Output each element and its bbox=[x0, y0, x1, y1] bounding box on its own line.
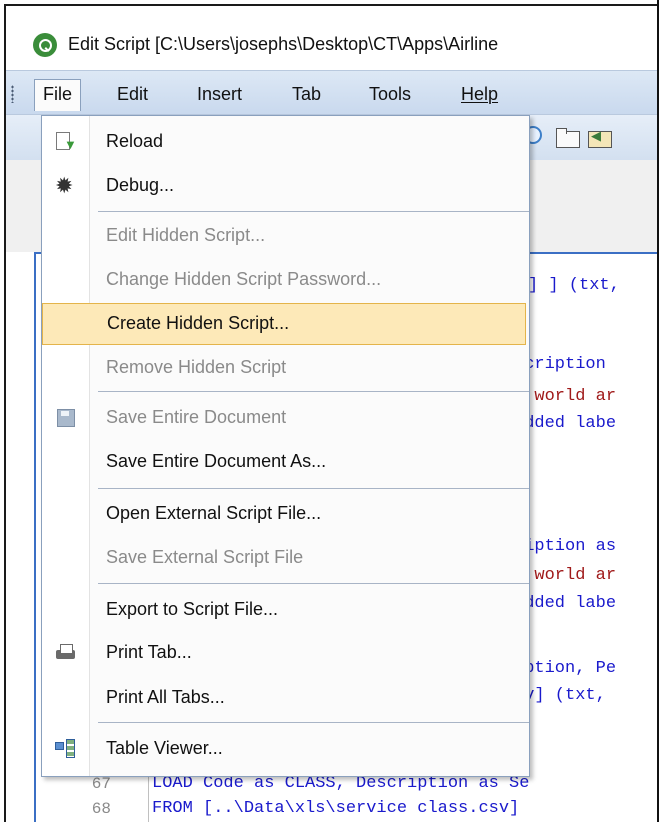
menu-item-reload[interactable]: Reload bbox=[42, 124, 529, 160]
menu-item-debug[interactable]: Debug... bbox=[42, 168, 529, 204]
debug-icon bbox=[54, 173, 76, 199]
menu-edit[interactable]: Edit bbox=[109, 79, 156, 109]
line-number: 68 bbox=[91, 800, 111, 818]
menu-item-create-hidden-script[interactable]: Create Hidden Script... bbox=[42, 303, 526, 345]
menu-item-edit-hidden-script: Edit Hidden Script... bbox=[106, 225, 266, 245]
folder-icon[interactable] bbox=[554, 125, 580, 149]
menu-separator bbox=[98, 391, 529, 392]
menu-item-remove-hidden-script: Remove Hidden Script bbox=[106, 357, 287, 377]
menu-tab[interactable]: Tab bbox=[284, 79, 329, 109]
menu-item-save-external-script-file: Save External Script File bbox=[106, 547, 304, 567]
qlikview-app-icon bbox=[33, 33, 57, 57]
window: Edit Script [C:\Users\josephs\Desktop\CT… bbox=[4, 4, 659, 822]
menu-file[interactable]: File bbox=[34, 79, 82, 111]
menu-item-change-hidden-script-password: Change Hidden Script Password... bbox=[106, 269, 382, 289]
menu-item-table-viewer[interactable]: Table Viewer... bbox=[42, 731, 529, 767]
menu-help[interactable]: Help bbox=[453, 79, 506, 109]
menu-item-open-external-script-file[interactable]: Open External Script File... bbox=[42, 496, 529, 532]
menu-item-print-tab[interactable]: Print Tab... bbox=[42, 635, 529, 671]
file-menu-dropdown: Reload Debug... Edit Hidden Script... Ch… bbox=[41, 115, 530, 777]
reload-icon bbox=[54, 131, 77, 153]
menu-separator bbox=[98, 488, 529, 489]
menu-bar: File Edit Insert Tab Tools Help bbox=[6, 70, 659, 114]
window-title: Edit Script [C:\Users\josephs\Desktop\CT… bbox=[68, 34, 499, 54]
code-fragment: ] ] (txt, bbox=[528, 276, 620, 295]
menu-insert[interactable]: Insert bbox=[189, 79, 250, 109]
menu-item-export-to-script-file[interactable]: Export to Script File... bbox=[42, 592, 529, 628]
code-line: FROM [..\Data\xls\service class.csv] bbox=[152, 799, 520, 818]
menu-separator bbox=[98, 722, 529, 723]
toolbar-grip-icon[interactable] bbox=[11, 85, 14, 103]
folder-back-icon[interactable] bbox=[586, 125, 612, 149]
menu-separator bbox=[98, 211, 529, 212]
menu-separator bbox=[98, 583, 529, 584]
menu-tools[interactable]: Tools bbox=[361, 79, 419, 109]
menu-item-save-entire-document: Save Entire Document bbox=[42, 400, 529, 436]
print-icon bbox=[54, 642, 76, 664]
line-number: 67 bbox=[91, 775, 111, 793]
save-icon bbox=[54, 407, 76, 429]
menu-item-save-entire-document-as[interactable]: Save Entire Document As... bbox=[42, 444, 529, 480]
table-viewer-icon bbox=[54, 738, 76, 760]
title-bar: Edit Script [C:\Users\josephs\Desktop\CT… bbox=[6, 6, 659, 70]
menu-item-print-all-tabs[interactable]: Print All Tabs... bbox=[42, 680, 529, 716]
